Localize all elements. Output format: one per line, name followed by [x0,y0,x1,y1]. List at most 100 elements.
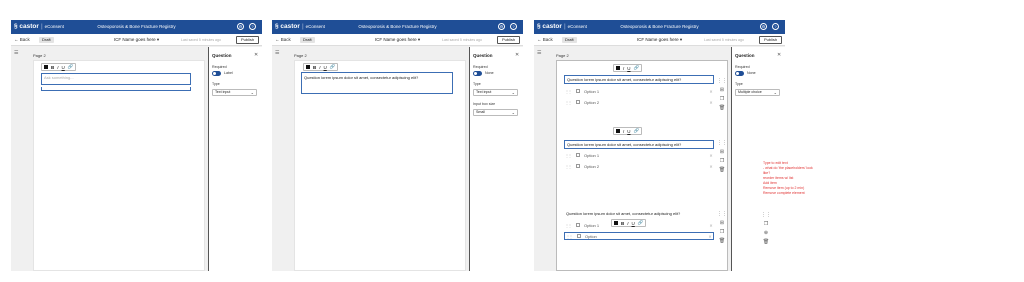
trash-icon[interactable]: 🗑 [763,239,769,245]
italic-button[interactable]: I [319,65,320,70]
color-swatch[interactable] [616,129,620,133]
form-name-dropdown[interactable]: ICF Name goes here ▾ [534,37,785,43]
copy-icon[interactable]: ❐ [720,158,724,164]
help-icon[interactable]: ? [249,23,256,30]
copy-icon[interactable]: ❐ [720,96,724,102]
menu-icon[interactable]: ☰ [537,50,541,56]
gear-icon[interactable]: ⚙ [498,23,505,30]
italic-button[interactable]: I [623,66,624,71]
italic-button[interactable]: I [627,221,628,226]
question-input[interactable]: Question lorem ipsum dolor sit amet, con… [564,140,714,149]
close-icon[interactable]: ✕ [515,52,519,58]
question-input[interactable]: Ask something... [41,73,191,85]
trash-icon[interactable]: 🗑 [719,105,725,111]
color-swatch[interactable] [616,66,620,70]
add-icon[interactable]: ⊞ [720,87,724,93]
option-row[interactable]: ⋮⋮ Option 1 ✕ [564,87,714,95]
link-icon[interactable]: 🔗 [330,64,336,70]
italic-button[interactable]: I [623,129,624,134]
page-card: B I U 🔗 Question lorem ipsum dolor sit a… [294,60,466,271]
remove-option-icon[interactable]: ✕ [708,164,714,169]
input-size-select[interactable]: Small ⌄ [473,109,518,116]
type-select[interactable]: Text input ⌄ [473,89,518,96]
form-canvas: ☰ Page 2 B I U 🔗 Ask something... [11,47,208,271]
type-select[interactable]: Multiple choice ⌄ [735,89,780,96]
option-row[interactable]: ⋮⋮ Option 2 ✕ [564,98,714,106]
option-row[interactable]: ⋮⋮ Option 1 ✕ [564,151,714,159]
remove-option-icon[interactable]: ✕ [708,100,714,105]
copy-icon[interactable]: ❐ [764,221,768,227]
remove-option-icon[interactable]: ✕ [708,223,714,228]
form-name-dropdown[interactable]: ICF Name goes here ▾ [272,37,523,43]
publish-button[interactable]: Publish [759,36,782,44]
required-toggle[interactable] [735,71,744,76]
close-icon[interactable]: ✕ [254,52,258,58]
top-bar: § castor | eConsent Osteoporosis & Bone Fr… [272,20,523,34]
italic-button[interactable]: I [57,65,58,70]
copy-icon[interactable]: ❐ [720,229,724,235]
drag-handle-icon[interactable]: ⋮⋮ [564,100,572,105]
bold-button[interactable]: B [51,65,54,70]
underline-button[interactable]: U [62,65,65,70]
add-icon[interactable]: ⊞ [720,220,724,226]
underline-button[interactable]: U [324,65,327,70]
type-label: Type [735,82,743,86]
menu-icon[interactable]: ☰ [14,50,18,56]
add-icon[interactable]: ⊕ [764,230,768,236]
drag-handle-icon[interactable]: ⋮⋮ [717,78,727,84]
required-toggle[interactable] [212,71,221,76]
drag-handle-icon[interactable]: ⋮⋮ [565,234,573,239]
underline-button[interactable]: U [632,221,635,226]
remove-option-icon[interactable]: ✕ [708,89,714,94]
link-icon[interactable]: 🔗 [68,64,74,70]
trash-icon[interactable]: 🗑 [719,238,725,244]
bold-button[interactable]: B [313,65,316,70]
required-label: Required [212,65,227,69]
option-row-editing[interactable]: ⋮⋮ Option ✕ [564,232,714,240]
input-size-label: Input box size [473,102,496,106]
option-checkbox [576,100,580,104]
underline-button[interactable]: U [627,66,630,71]
gear-icon[interactable]: ⚙ [237,23,244,30]
link-icon[interactable]: 🔗 [638,220,644,226]
trash-icon[interactable]: 🗑 [719,167,725,173]
question-text[interactable]: Question lorem ipsum dolor sit amet, con… [566,211,680,216]
drag-handle-icon[interactable]: ⋮⋮ [564,164,572,169]
bold-button[interactable]: B [621,221,624,226]
remove-option-icon[interactable]: ✕ [707,234,713,239]
close-icon[interactable]: ✕ [777,52,781,58]
page-label: Page 2 [556,53,569,58]
underline-button[interactable]: U [627,129,630,134]
question-input[interactable]: Question lorem ipsum dolor sit amet, con… [301,72,453,94]
last-saved-text: Last saved 5 minutes ago [181,37,221,42]
color-swatch[interactable] [306,65,310,69]
type-select[interactable]: Text input ⌄ [212,89,257,96]
drag-handle-icon[interactable]: ⋮⋮ [564,223,572,228]
link-icon[interactable]: 🔗 [634,128,640,134]
publish-button[interactable]: Publish [236,36,259,44]
link-icon[interactable]: 🔗 [634,65,640,71]
drag-handle-icon[interactable]: ⋮⋮ [564,153,572,158]
help-icon[interactable]: ? [510,23,517,30]
publish-button[interactable]: Publish [497,36,520,44]
add-icon[interactable]: ⊞ [720,149,724,155]
option-checkbox [576,223,580,227]
form-canvas: ☰ Page 2 B I U 🔗 Question lorem ipsum do… [272,47,469,271]
required-toggle[interactable] [473,71,482,76]
drag-handle-icon[interactable]: ⋮⋮ [717,140,727,146]
menu-icon[interactable]: ☰ [275,50,279,56]
option-row[interactable]: ⋮⋮ Option 2 ✕ [564,162,714,170]
gear-icon[interactable]: ⚙ [760,23,767,30]
drag-handle-icon[interactable]: ⋮⋮ [761,212,771,218]
form-name-dropdown[interactable]: ICF Name goes here ▾ [11,37,262,43]
drag-handle-icon[interactable]: ⋮⋮ [717,211,727,217]
color-swatch[interactable] [614,221,618,225]
question-input[interactable]: Question lorem ipsum dolor sit amet, con… [564,75,714,84]
chevron-down-icon: ⌄ [250,90,254,95]
form-canvas: ☰ Page 2 I U 🔗 Question lorem ipsum dolo… [534,47,731,271]
remove-option-icon[interactable]: ✕ [708,153,714,158]
app-title: Osteoporosis & Bone Fracture Registry [358,24,437,29]
drag-handle-icon[interactable]: ⋮⋮ [564,89,572,94]
color-swatch[interactable] [44,65,48,69]
help-icon[interactable]: ? [772,23,779,30]
